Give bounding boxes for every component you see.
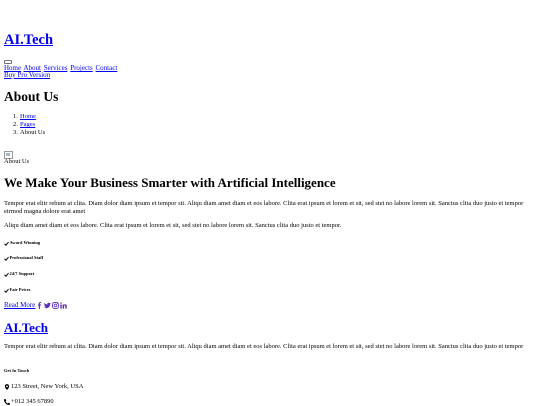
map-marker-icon <box>4 384 10 390</box>
buy-pro-button[interactable]: Buy Pro Version <box>4 71 50 79</box>
breadcrumb: 1. Home 2. Pages 3. About Us <box>13 113 46 136</box>
feature-professional-staff: Professional Staff <box>4 255 43 261</box>
contact-address: 123 Street, New York, USA <box>4 383 83 391</box>
breadcrumb-home-link[interactable]: Home <box>20 113 36 121</box>
nav-item-projects[interactable]: Projects <box>70 64 93 72</box>
breadcrumb-current: About Us <box>20 129 46 136</box>
facebook-icon[interactable] <box>36 302 43 309</box>
check-icon <box>4 256 9 261</box>
about-paragraph-1: Tempor erat elitr rebum at clita. Diam d… <box>4 200 524 215</box>
get-in-touch-heading: Get In Touch <box>4 368 30 373</box>
about-heading: We Make Your Business Smarter with Artif… <box>4 175 336 190</box>
footer-brand-link[interactable]: AI.Tech <box>4 320 48 336</box>
instagram-icon[interactable] <box>52 302 60 309</box>
check-icon <box>4 272 9 277</box>
twitter-icon[interactable] <box>44 302 52 309</box>
read-more-row: Read More <box>4 301 68 310</box>
section-subtitle: About Us <box>4 158 30 165</box>
check-icon <box>4 241 9 246</box>
read-more-button[interactable]: Read More <box>4 301 35 310</box>
phone-icon <box>4 399 10 405</box>
breadcrumb-pages-link[interactable]: Pages <box>20 121 35 129</box>
brand-logo-link[interactable]: AI.Tech <box>4 31 53 49</box>
about-paragraph-2: Aliqu diam amet diam et eos labore. Clit… <box>4 222 342 229</box>
linkedin-icon[interactable] <box>60 302 68 309</box>
page-title: About Us <box>4 89 59 104</box>
nav-item-contact[interactable]: Contact <box>96 64 118 72</box>
footer-paragraph: Tempor erat elitr rebum at clita. Diam d… <box>4 343 524 350</box>
feature-award-winning: Award Winning <box>4 240 40 246</box>
feature-support: 24/7 Support <box>4 271 34 277</box>
feature-fair-prices: Fair Prices <box>4 287 31 293</box>
check-icon <box>4 288 9 293</box>
